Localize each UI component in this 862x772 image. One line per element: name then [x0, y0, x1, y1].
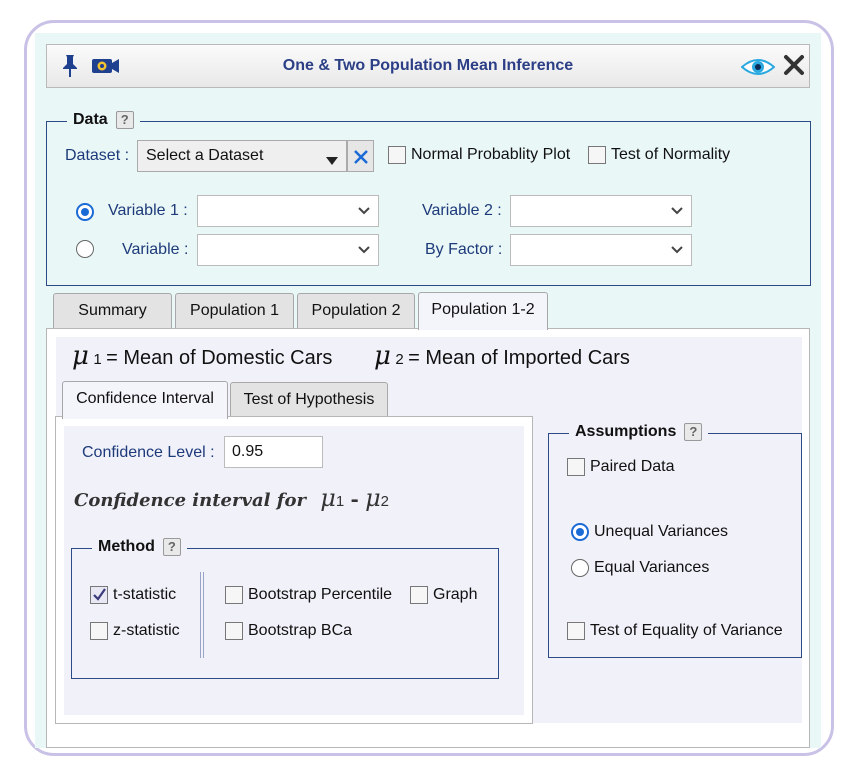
mu-symbol: μ: [72, 341, 89, 371]
z-statistic-checkbox[interactable]: [90, 622, 108, 640]
chevron-down-icon: [671, 246, 683, 254]
method-fieldset: Method ?: [71, 538, 499, 679]
variable-select[interactable]: [197, 234, 379, 266]
bootstrap-bca-checkbox[interactable]: [225, 622, 243, 640]
help-icon[interactable]: ?: [115, 111, 134, 129]
paired-data-label: Paired Data: [590, 458, 675, 475]
variable1-radio[interactable]: [76, 203, 94, 221]
dataset-label: Dataset :: [65, 147, 130, 164]
t-statistic-label: t-statistic: [113, 586, 177, 603]
by-factor-select[interactable]: [510, 234, 692, 266]
mu-symbol: μ: [320, 484, 336, 512]
assumptions-legend: Assumptions: [575, 423, 677, 440]
bootstrap-percentile-checkbox[interactable]: [225, 586, 243, 604]
dataset-select[interactable]: Select a Dataset: [137, 140, 347, 172]
help-icon[interactable]: ?: [162, 538, 181, 556]
z-statistic-label: z-statistic: [113, 622, 180, 639]
title-bar: One & Two Population Mean Inference: [46, 44, 810, 88]
window-title: One & Two Population Mean Inference: [282, 57, 574, 74]
equality-of-variance-label: Test of Equality of Variance: [590, 622, 783, 639]
t-statistic-checkbox[interactable]: [90, 586, 108, 604]
close-icon[interactable]: [783, 54, 805, 81]
normality-test-checkbox[interactable]: [588, 146, 606, 164]
equal-variances-label: Equal Variances: [594, 559, 710, 576]
mu-symbol: μ: [365, 484, 381, 512]
unequal-variances-label: Unequal Variances: [594, 523, 729, 540]
normal-plot-checkbox[interactable]: [388, 146, 406, 164]
mean1-text: = Mean of Domestic Cars: [106, 347, 333, 369]
clear-dataset-button[interactable]: [347, 140, 374, 172]
by-factor-label: By Factor :: [425, 241, 503, 258]
data-legend: Data: [73, 111, 108, 128]
paired-data-checkbox[interactable]: [567, 458, 585, 476]
tab-confidence-interval[interactable]: Confidence Interval: [62, 381, 228, 419]
normal-plot-label: Normal Probablity Plot: [411, 146, 571, 163]
graph-checkbox[interactable]: [410, 586, 428, 604]
dataset-select-value: Select a Dataset: [146, 147, 264, 164]
bootstrap-percentile-label: Bootstrap Percentile: [248, 586, 393, 603]
population-header: μ 1 = Mean of Domestic Cars: [72, 341, 333, 371]
graph-label: Graph: [433, 586, 478, 603]
tab-test-of-hypothesis[interactable]: Test of Hypothesis: [230, 382, 388, 418]
unequal-variances-radio[interactable]: [571, 523, 589, 541]
chevron-down-icon: [671, 207, 683, 215]
population-header-2: μ 2 = Mean of Imported Cars: [374, 341, 630, 371]
normality-test-label: Test of Normality: [611, 146, 731, 163]
variable1-label: Variable 1 :: [108, 202, 188, 219]
close-icon: [354, 150, 368, 164]
caret-down-icon: [326, 152, 338, 170]
bootstrap-bca-label: Bootstrap BCa: [248, 622, 353, 639]
confidence-interval-heading: Confidence interval for μ1 - μ2: [74, 484, 390, 512]
variable2-label: Variable 2 :: [422, 202, 502, 219]
help-icon[interactable]: ?: [684, 423, 703, 441]
variable-label: Variable :: [122, 241, 189, 258]
mu-symbol: μ: [374, 341, 391, 371]
equality-of-variance-checkbox[interactable]: [567, 622, 585, 640]
method-legend: Method: [98, 538, 155, 555]
check-icon: [93, 588, 106, 601]
tab-population-2[interactable]: Population 2: [297, 293, 415, 329]
variable2-select[interactable]: [510, 195, 692, 227]
variable1-select[interactable]: [197, 195, 379, 227]
tab-population-1[interactable]: Population 1: [175, 293, 294, 329]
tab-summary[interactable]: Summary: [53, 293, 172, 329]
chevron-down-icon: [358, 246, 370, 254]
chevron-down-icon: [358, 207, 370, 215]
variable-radio[interactable]: [76, 240, 94, 258]
method-divider: [200, 572, 204, 658]
confidence-level-input[interactable]: 0.95: [224, 436, 323, 468]
confidence-level-label: Confidence Level :: [82, 444, 215, 461]
tab-population-1-2[interactable]: Population 1-2: [418, 292, 548, 330]
eye-icon[interactable]: [740, 57, 776, 82]
mean2-text: = Mean of Imported Cars: [408, 347, 630, 369]
equal-variances-radio[interactable]: [571, 559, 589, 577]
